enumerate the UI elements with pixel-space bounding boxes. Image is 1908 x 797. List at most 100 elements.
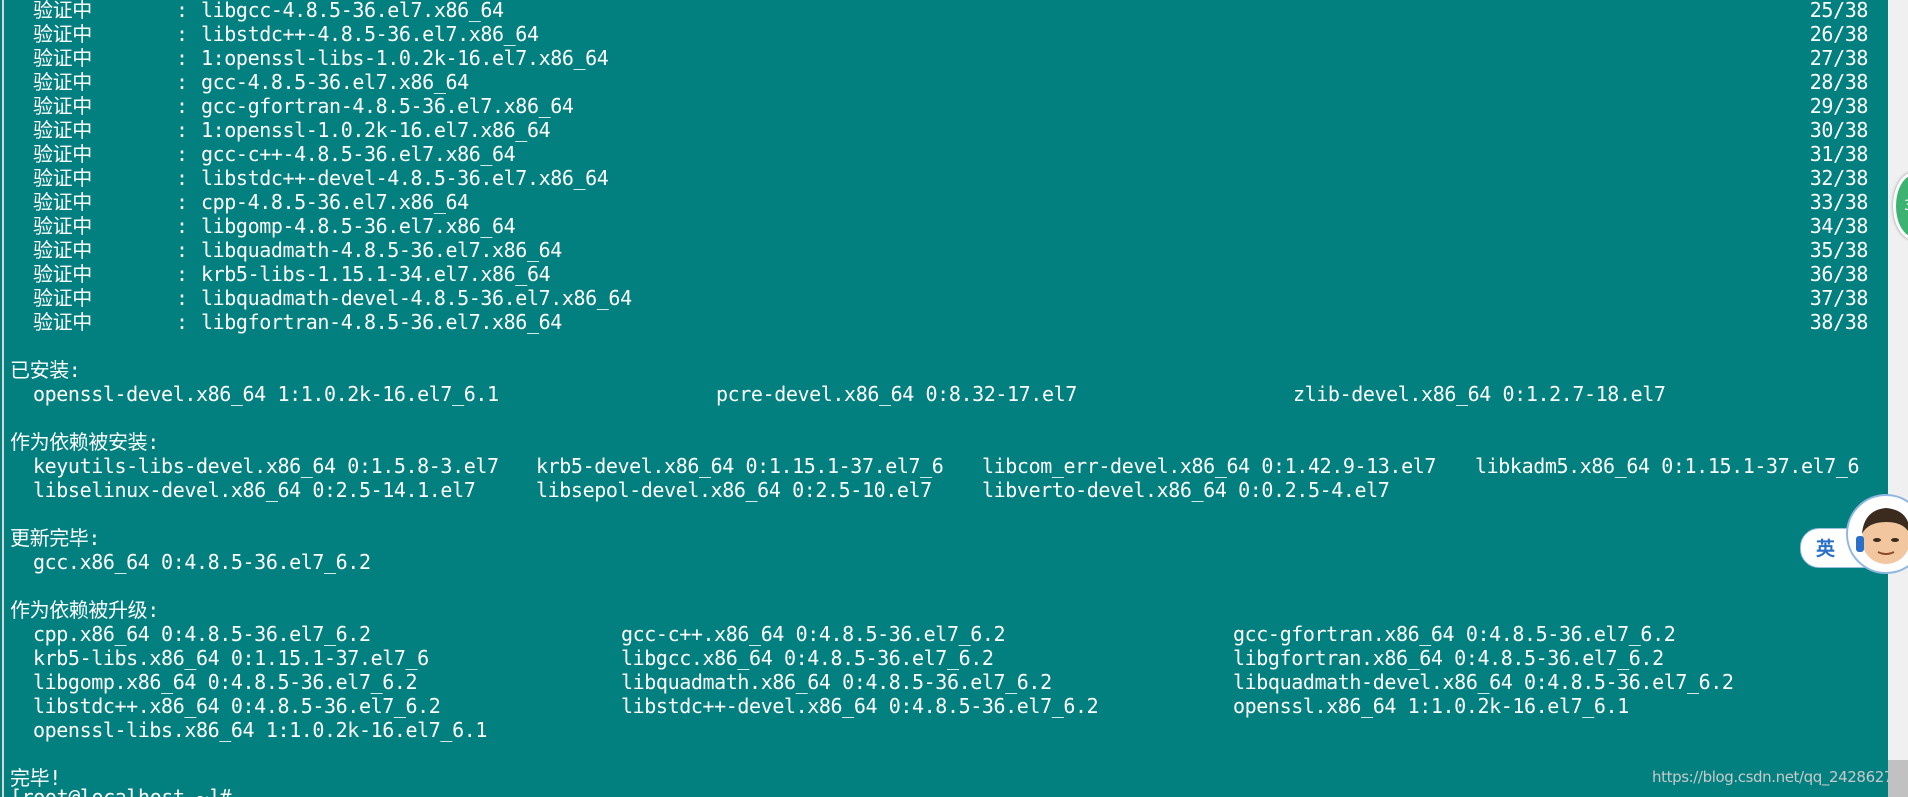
verify-progress-count: 25/38 [1809,0,1869,22]
verify-progress-count: 31/38 [1809,142,1869,166]
verify-progress-count: 35/38 [1809,238,1869,262]
verify-separator: : [176,70,188,94]
dependency-installed-section-row: keyutils-libs-devel.x86_64 0:1.5.8-3.el7… [0,454,1888,478]
verify-row: 验证中: gcc-4.8.5-36.el7.x86_64 28/38 [0,70,1888,94]
verify-package-name: libstdc++-devel-4.8.5-36.el7.x86_64 [201,166,609,190]
verify-package-name: libgfortran-4.8.5-36.el7.x86_64 [201,310,562,334]
vertical-scrollbar[interactable] [1888,0,1908,797]
package-entry: libkadm5.x86_64 0:1.15.1-37.el7_6 [1475,454,1860,478]
verify-status-label: 验证中 [33,214,92,238]
verify-package-name: gcc-gfortran-4.8.5-36.el7.x86_64 [201,94,574,118]
verify-status-label: 验证中 [33,118,92,142]
verify-row: 验证中: libgomp-4.8.5-36.el7.x86_64 34/38 [0,214,1888,238]
verify-separator: : [176,94,188,118]
verify-separator: : [176,0,188,22]
package-entry: openssl-libs.x86_64 1:1.0.2k-16.el7_6.1 [33,718,487,742]
verify-status-label: 验证中 [33,262,92,286]
verify-separator: : [176,118,188,142]
package-entry: libgcc.x86_64 0:4.8.5-36.el7_6.2 [621,646,994,670]
watermark: https://blog.csdn.net/qq_24286273 [1652,768,1888,786]
package-entry: gcc-gfortran.x86_64 0:4.8.5-36.el7_6.2 [1233,622,1676,646]
dependency-installed-section-title: 作为依赖被安装: [10,430,159,454]
verify-separator: : [176,286,188,310]
package-entry: libgfortran.x86_64 0:4.8.5-36.el7_6.2 [1233,646,1664,670]
verify-progress-count: 34/38 [1809,214,1869,238]
installed-section-title: 已安装: [10,358,81,382]
verify-row: 验证中: libgcc-4.8.5-36.el7.x86_64 25/38 [0,0,1888,22]
verify-status-label: 验证中 [33,190,92,214]
verify-separator: : [176,142,188,166]
verify-row: 验证中: libgfortran-4.8.5-36.el7.x86_64 38/38 [0,310,1888,334]
verify-separator: : [176,262,188,286]
verify-status-label: 验证中 [33,70,92,94]
package-entry: openssl-devel.x86_64 1:1.0.2k-16.el7_6.1 [33,382,499,406]
verify-progress-count: 32/38 [1809,166,1869,190]
verify-progress-count: 29/38 [1809,94,1869,118]
verify-separator: : [176,166,188,190]
verify-status-label: 验证中 [33,22,92,46]
verify-row: 验证中: gcc-c++-4.8.5-36.el7.x86_64 31/38 [0,142,1888,166]
package-entry: cpp.x86_64 0:4.8.5-36.el7_6.2 [33,622,371,646]
package-entry: pcre-devel.x86_64 0:8.32-17.el7 [716,382,1077,406]
verify-progress-count: 30/38 [1809,118,1869,142]
verify-status-label: 验证中 [33,94,92,118]
verify-row: 验证中: libstdc++-4.8.5-36.el7.x86_64 26/38 [0,22,1888,46]
dependency-updated-section-row: libgomp.x86_64 0:4.8.5-36.el7_6.2 libquad… [0,670,1888,694]
verify-row: 验证中: libquadmath-devel-4.8.5-36.el7.x86_6… [0,286,1888,310]
shell-prompt[interactable]: [root@localhost ~]# [10,785,232,797]
dependency-updated-section-row: cpp.x86_64 0:4.8.5-36.el7_6.2 gcc-c++.x86… [0,622,1888,646]
verify-status-label: 验证中 [33,286,92,310]
verify-progress-count: 36/38 [1809,262,1869,286]
package-entry: libquadmath-devel.x86_64 0:4.8.5-36.el7_… [1233,670,1734,694]
verify-separator: : [176,214,188,238]
verify-package-name: libquadmath-devel-4.8.5-36.el7.x86_64 [201,286,632,310]
verify-progress-count: 27/38 [1809,46,1869,70]
verify-row: 验证中:1:openssl-1.0.2k-16.el7.x86_64 30/38 [0,118,1888,142]
dependency-updated-section-row: krb5-libs.x86_64 0:1.15.1-37.el7_6 libgcc… [0,646,1888,670]
verify-separator: : [176,46,188,70]
updated-section-row: gcc.x86_64 0:4.8.5-36.el7_6.2 [0,550,1888,574]
package-entry: gcc.x86_64 0:4.8.5-36.el7_6.2 [33,550,371,574]
verify-package-name: libgomp-4.8.5-36.el7.x86_64 [201,214,516,238]
package-entry: libgomp.x86_64 0:4.8.5-36.el7_6.2 [33,670,418,694]
verify-separator: : [176,238,188,262]
package-entry: krb5-libs.x86_64 0:1.15.1-37.el7_6 [33,646,429,670]
dependency-installed-section-row: libselinux-devel.x86_64 0:2.5-14.1.el7 li… [0,478,1888,502]
verify-progress-count: 26/38 [1809,22,1869,46]
verify-status-label: 验证中 [33,166,92,190]
verify-row: 验证中: gcc-gfortran-4.8.5-36.el7.x86_64 29/3… [0,94,1888,118]
ime-language-toggle[interactable]: 英 [1816,534,1835,561]
package-entry: libcom_err-devel.x86_64 0:1.42.9-13.el7 [982,454,1436,478]
verify-package-name: 1:openssl-1.0.2k-16.el7.x86_64 [201,118,551,142]
package-entry: keyutils-libs-devel.x86_64 0:1.5.8-3.el7 [33,454,499,478]
dependency-updated-section-row: openssl-libs.x86_64 1:1.0.2k-16.el7_6.1 [0,718,1888,742]
package-entry: libstdc++-devel.x86_64 0:4.8.5-36.el7_6.… [621,694,1099,718]
verify-separator: : [176,22,188,46]
verify-status-label: 验证中 [33,142,92,166]
verify-package-name: krb5-libs-1.15.1-34.el7.x86_64 [201,262,551,286]
verify-progress-count: 33/38 [1809,190,1869,214]
verify-status-label: 验证中 [33,0,92,22]
verify-package-name: libgcc-4.8.5-36.el7.x86_64 [201,0,504,22]
verify-row: 验证中: cpp-4.8.5-36.el7.x86_64 33/38 [0,190,1888,214]
package-entry: libquadmath.x86_64 0:4.8.5-36.el7_6.2 [621,670,1052,694]
verify-status-label: 验证中 [33,46,92,70]
package-entry: openssl.x86_64 1:1.0.2k-16.el7_6.1 [1233,694,1629,718]
verify-row: 验证中: krb5-libs-1.15.1-34.el7.x86_64 36/38 [0,262,1888,286]
terminal-window[interactable]: 验证中: libgcc-4.8.5-36.el7.x86_64 25/38 验证中: l… [0,0,1888,797]
scrollbar-thumb[interactable] [1888,760,1908,797]
verify-row: 验证中:1:openssl-libs-1.0.2k-16.el7.x86_64 2… [0,46,1888,70]
verify-progress-count: 37/38 [1809,286,1869,310]
package-entry: libverto-devel.x86_64 0:0.2.5-4.el7 [982,478,1390,502]
dependency-updated-section-title: 作为依赖被升级: [10,598,159,622]
package-entry: libsepol-devel.x86_64 0:2.5-10.el7 [536,478,932,502]
package-entry: gcc-c++.x86_64 0:4.8.5-36.el7_6.2 [621,622,1006,646]
verify-progress-count: 38/38 [1809,310,1869,334]
verify-package-name: gcc-c++-4.8.5-36.el7.x86_64 [201,142,516,166]
verify-row: 验证中: libstdc++-devel-4.8.5-36.el7.x86_64 3… [0,166,1888,190]
verify-package-name: gcc-4.8.5-36.el7.x86_64 [201,70,469,94]
dependency-updated-section-row: libstdc++.x86_64 0:4.8.5-36.el7_6.2 libst… [0,694,1888,718]
verify-package-name: libquadmath-4.8.5-36.el7.x86_64 [201,238,562,262]
installed-section-row: openssl-devel.x86_64 1:1.0.2k-16.el7_6.1… [0,382,1888,406]
updated-section-title: 更新完毕: [10,526,101,550]
